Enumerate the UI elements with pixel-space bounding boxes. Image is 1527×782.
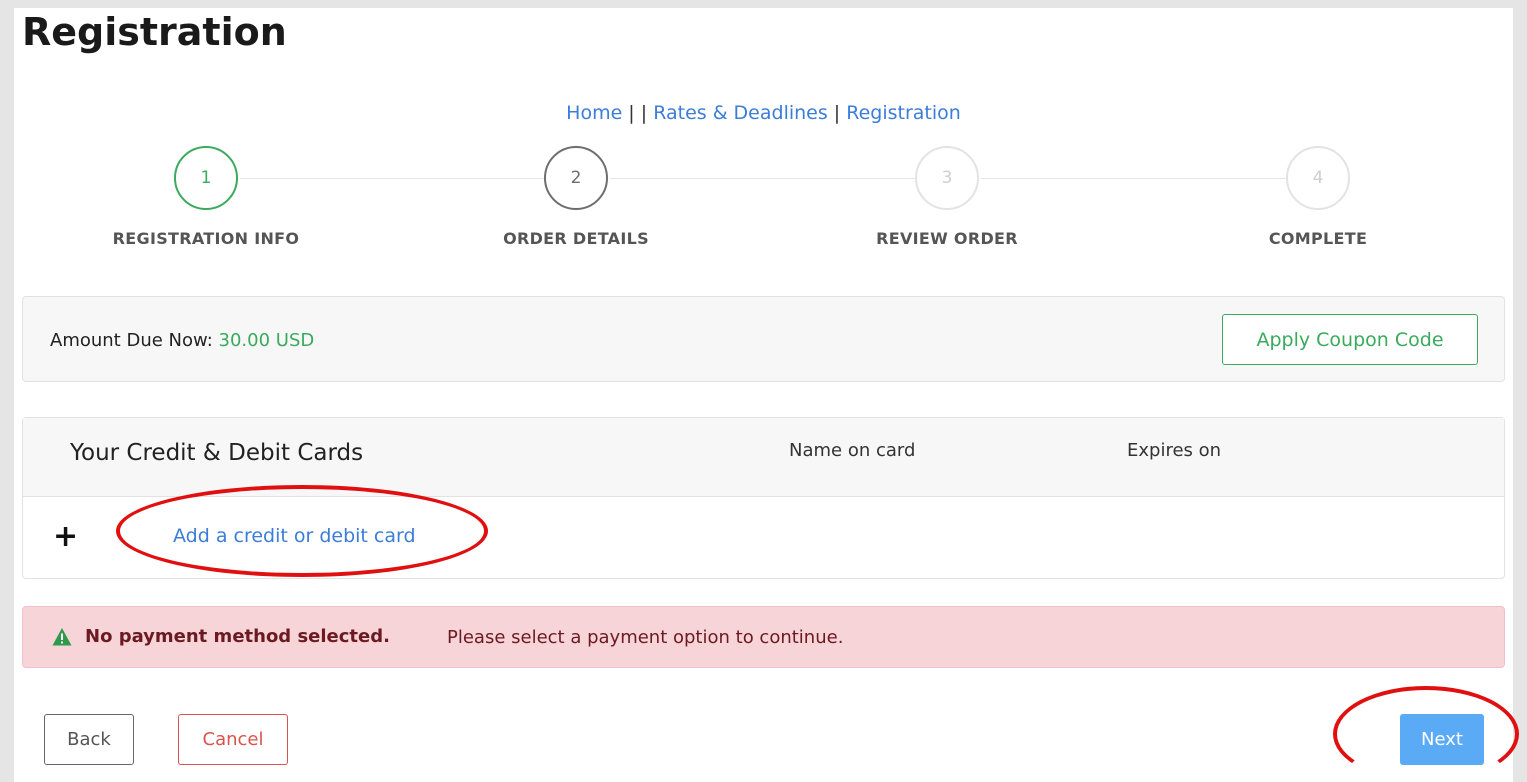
apply-coupon-button[interactable]: Apply Coupon Code [1222, 314, 1478, 365]
step-connector [240, 178, 546, 179]
step-4-label: COMPLETE [1268, 229, 1368, 248]
column-header-expires-on: Expires on [1127, 440, 1222, 461]
breadcrumb-separator: | | [622, 102, 654, 124]
column-header-name-on-card: Name on card [789, 440, 916, 461]
step-2-circle: 2 [544, 146, 608, 210]
breadcrumb-home-link[interactable]: Home [566, 102, 622, 124]
amount-due-panel: Amount Due Now: 30.00 USD Apply Coupon C… [22, 296, 1505, 382]
progress-steps: 1 2 3 4 REGISTRATION INFO ORDER DETAILS … [0, 143, 1527, 253]
warning-triangle-icon [52, 628, 72, 646]
frame-border-top [0, 0, 1527, 8]
step-2-label: ORDER DETAILS [503, 229, 649, 248]
breadcrumb: Home | | Rates & Deadlines | Registratio… [0, 102, 1527, 124]
amount-due-value: 30.00 USD [218, 330, 315, 351]
step-3-circle: 3 [915, 146, 979, 210]
step-3-label: REVIEW ORDER [876, 229, 1018, 248]
amount-due: Amount Due Now: 30.00 USD [50, 330, 314, 351]
cards-table-header: Your Credit & Debit Cards Name on card E… [23, 418, 1504, 497]
step-connector [610, 178, 917, 179]
breadcrumb-rates-link[interactable]: Rates & Deadlines [653, 102, 828, 124]
alert-title: No payment method selected. [85, 626, 390, 647]
step-4-circle: 4 [1286, 146, 1350, 210]
page-title: Registration [22, 10, 287, 54]
step-1-label: REGISTRATION INFO [112, 229, 300, 248]
back-button[interactable]: Back [44, 714, 134, 765]
step-connector [981, 178, 1288, 179]
amount-due-label: Amount Due Now: [50, 330, 219, 351]
plus-icon[interactable]: + [53, 522, 78, 552]
step-1-circle: 1 [174, 146, 238, 210]
cards-title: Your Credit & Debit Cards [70, 440, 364, 466]
breadcrumb-registration-link[interactable]: Registration [846, 102, 961, 124]
breadcrumb-separator: | [827, 102, 847, 124]
add-card-link[interactable]: Add a credit or debit card [173, 525, 416, 547]
payment-cards-table: Your Credit & Debit Cards Name on card E… [22, 417, 1505, 579]
alert-message: Please select a payment option to contin… [447, 627, 844, 648]
cancel-button[interactable]: Cancel [178, 714, 288, 765]
next-button[interactable]: Next [1400, 714, 1484, 765]
payment-alert: No payment method selected. Please selec… [22, 606, 1505, 668]
